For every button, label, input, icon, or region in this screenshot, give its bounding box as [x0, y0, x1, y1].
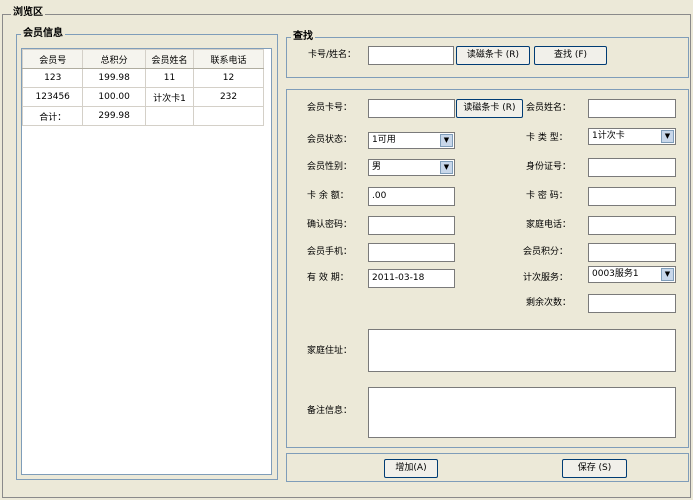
- expiry-field[interactable]: 2011-03-18: [368, 269, 455, 288]
- table-row[interactable]: 123 199.98 11 12: [21, 68, 264, 88]
- member-info-legend: 会员信息: [21, 28, 65, 40]
- address-label: 家庭住址：: [307, 346, 353, 356]
- balance-label: 卡 余 额：: [307, 191, 349, 201]
- table-cell: 100.00: [82, 87, 146, 107]
- balance-field[interactable]: .00: [368, 187, 455, 206]
- member-points-field[interactable]: [588, 243, 676, 262]
- search-label: 卡号/姓名：: [308, 50, 357, 60]
- find-button[interactable]: 查找 (F): [534, 46, 607, 65]
- confirm-password-field[interactable]: [368, 216, 455, 235]
- notes-label: 备注信息：: [307, 406, 353, 416]
- member-table: 会员号 总积分 会员姓名 联系电话 123 199.98 11 12 12345…: [21, 49, 264, 126]
- table-cell: 299.98: [82, 106, 146, 126]
- read-card-button[interactable]: 读磁条卡 (R): [456, 99, 523, 118]
- gender-select[interactable]: 男 ▼: [368, 159, 455, 176]
- chevron-down-icon[interactable]: ▼: [440, 134, 453, 147]
- read-card-button-search[interactable]: 读磁条卡 (R): [456, 46, 530, 65]
- chevron-down-icon[interactable]: ▼: [440, 161, 453, 174]
- home-phone-label: 家庭电话：: [526, 220, 572, 230]
- notes-textarea[interactable]: [368, 387, 676, 438]
- service-label: 计次服务：: [523, 273, 569, 283]
- mobile-field[interactable]: [368, 243, 455, 262]
- gender-select-value: 男: [372, 162, 382, 172]
- card-type-select-value: 1计次卡: [592, 131, 625, 141]
- member-name-label: 会员姓名：: [526, 103, 572, 113]
- table-cell: [144, 106, 195, 126]
- card-password-label: 卡 密 码：: [526, 191, 568, 201]
- home-phone-field[interactable]: [588, 216, 676, 235]
- remaining-label: 剩余次数：: [526, 298, 572, 308]
- status-label: 会员状态：: [307, 135, 353, 145]
- id-number-label: 身份证号：: [526, 162, 572, 172]
- column-header-total-points[interactable]: 总积分: [82, 49, 146, 69]
- add-button[interactable]: 增加(A): [384, 459, 438, 478]
- card-type-label: 卡 类 型：: [526, 133, 568, 143]
- expiry-label: 有 效 期：: [307, 273, 349, 283]
- table-cell: 合计：: [21, 106, 84, 126]
- mobile-label: 会员手机：: [307, 247, 353, 257]
- action-bar: [286, 453, 689, 482]
- table-cell: 123456: [21, 87, 84, 107]
- service-select[interactable]: 0003服务1 ▼: [588, 266, 676, 283]
- chevron-down-icon[interactable]: ▼: [661, 130, 674, 143]
- chevron-down-icon[interactable]: ▼: [661, 268, 674, 281]
- table-row[interactable]: 123456 100.00 计次卡1 232: [21, 87, 264, 107]
- table-cell: 232: [193, 87, 264, 107]
- card-type-select[interactable]: 1计次卡 ▼: [588, 128, 676, 145]
- status-select[interactable]: 1可用 ▼: [368, 132, 455, 149]
- search-input[interactable]: [368, 46, 454, 65]
- table-cell: 计次卡1: [144, 87, 195, 107]
- card-password-field[interactable]: [588, 187, 676, 206]
- gender-label: 会员性别：: [307, 162, 353, 172]
- table-header-row: 会员号 总积分 会员姓名 联系电话: [21, 49, 264, 69]
- card-no-field[interactable]: [368, 99, 455, 118]
- search-legend: 查找: [291, 31, 315, 43]
- service-select-value: 0003服务1: [592, 269, 639, 279]
- address-textarea[interactable]: [368, 329, 676, 372]
- table-cell: 199.98: [82, 68, 146, 88]
- column-header-phone[interactable]: 联系电话: [193, 49, 264, 69]
- remaining-field[interactable]: [588, 294, 676, 313]
- table-cell: [193, 106, 264, 126]
- column-header-member-no[interactable]: 会员号: [21, 49, 84, 69]
- save-button[interactable]: 保存 (S): [562, 459, 627, 478]
- table-cell: 12: [193, 68, 264, 88]
- status-select-value: 1可用: [372, 135, 396, 145]
- browse-area-title: 浏览区: [11, 7, 45, 19]
- id-number-field[interactable]: [588, 158, 676, 177]
- member-name-field[interactable]: [588, 99, 676, 118]
- table-total-row: 合计： 299.98: [21, 106, 264, 126]
- column-header-member-name[interactable]: 会员姓名: [144, 49, 195, 69]
- table-cell: 11: [144, 68, 195, 88]
- table-cell: 123: [21, 68, 84, 88]
- member-points-label: 会员积分：: [523, 247, 569, 257]
- confirm-password-label: 确认密码：: [307, 220, 353, 230]
- card-no-label: 会员卡号：: [307, 103, 353, 113]
